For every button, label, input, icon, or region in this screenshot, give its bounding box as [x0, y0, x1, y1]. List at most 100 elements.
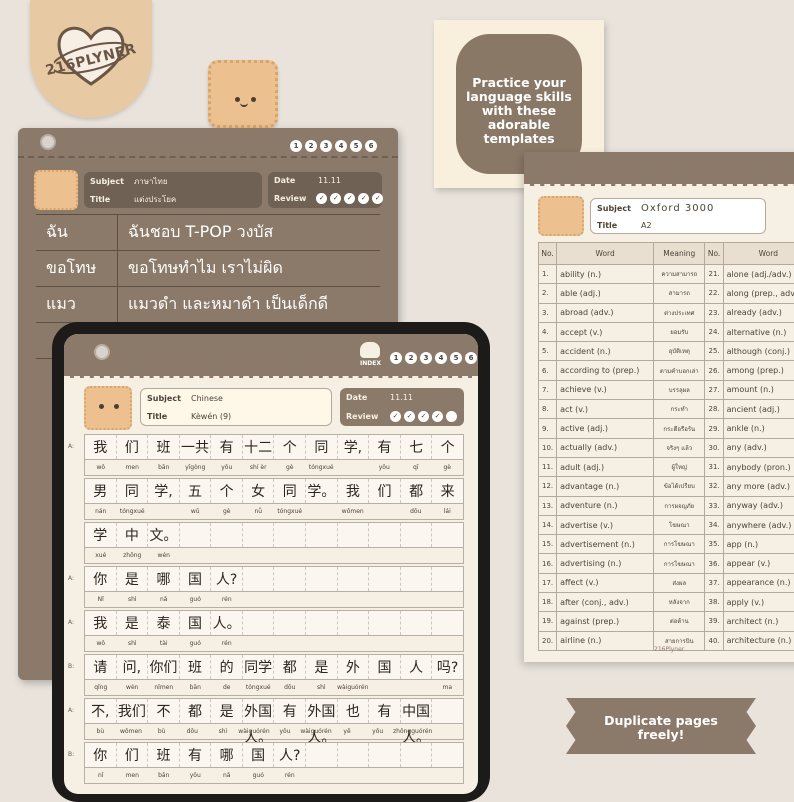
- char-cell[interactable]: [401, 523, 433, 547]
- char-cell[interactable]: 人: [401, 655, 433, 679]
- char-cell[interactable]: 一共: [180, 435, 212, 459]
- char-cell[interactable]: 来: [432, 479, 463, 503]
- index-tab-6[interactable]: 6: [365, 140, 377, 152]
- char-cell[interactable]: 个: [432, 435, 463, 459]
- char-cell[interactable]: [274, 523, 306, 547]
- char-cell[interactable]: 外国人。: [306, 699, 338, 723]
- char-cell[interactable]: 有: [369, 435, 401, 459]
- char-cell[interactable]: 七: [401, 435, 433, 459]
- index-tab-5[interactable]: 5: [350, 140, 362, 152]
- index-tab-3[interactable]: 3: [320, 140, 332, 152]
- index-tab-6[interactable]: 6: [465, 352, 477, 364]
- char-cell[interactable]: 是: [117, 567, 149, 591]
- date-value[interactable]: 11.11: [390, 393, 413, 402]
- char-cell[interactable]: 男: [85, 479, 117, 503]
- char-cell[interactable]: [369, 523, 401, 547]
- char-cell[interactable]: 我: [85, 611, 117, 635]
- char-cell[interactable]: [369, 743, 401, 767]
- char-cell[interactable]: 有: [274, 699, 306, 723]
- char-cell[interactable]: [306, 567, 338, 591]
- char-cell[interactable]: 五: [180, 479, 212, 503]
- char-cell[interactable]: [306, 611, 338, 635]
- char-cell[interactable]: 外国人。: [243, 699, 275, 723]
- char-cell[interactable]: [211, 523, 243, 547]
- char-cell[interactable]: 学。: [306, 479, 338, 503]
- char-cell[interactable]: 人?: [274, 743, 306, 767]
- char-cell[interactable]: [338, 523, 370, 547]
- index-tab-5[interactable]: 5: [450, 352, 462, 364]
- index-tabs[interactable]: 1 2 3 4 5 6: [390, 352, 477, 364]
- char-cell[interactable]: 国: [369, 655, 401, 679]
- char-cell[interactable]: [369, 611, 401, 635]
- char-cell[interactable]: [243, 611, 275, 635]
- char-cell[interactable]: 都: [180, 699, 212, 723]
- char-cell[interactable]: 学: [85, 523, 117, 547]
- char-cell[interactable]: [432, 567, 463, 591]
- writing-row[interactable]: 我们班一共有十二个同学,有七个wǒmenbānyīgòngyǒushí èrgè…: [84, 434, 464, 476]
- char-cell[interactable]: 问,: [117, 655, 149, 679]
- title-value[interactable]: A2: [641, 221, 652, 230]
- char-cell[interactable]: 中国人。: [401, 699, 433, 723]
- review-checks[interactable]: ✓✓✓✓✓: [316, 193, 383, 204]
- subject-value[interactable]: Oxford 3000: [641, 203, 714, 214]
- char-cell[interactable]: 你: [85, 743, 117, 767]
- index-tab-1[interactable]: 1: [390, 352, 402, 364]
- writing-row[interactable]: 请问,你们班的同学都是外国人吗?qǐngwènnǐmenbāndetóngxué…: [84, 654, 464, 696]
- char-cell[interactable]: [432, 699, 463, 723]
- char-cell[interactable]: [274, 611, 306, 635]
- writing-row[interactable]: 男同学,五个女同学。我们都来nántóngxuéwǔgènǚtóngxuéwǒm…: [84, 478, 464, 520]
- char-cell[interactable]: 我们: [117, 699, 149, 723]
- char-cell[interactable]: 我: [85, 435, 117, 459]
- char-cell[interactable]: 国: [243, 743, 275, 767]
- biscuit-tab[interactable]: [208, 60, 278, 128]
- title-value[interactable]: Kèwén (9): [191, 412, 231, 421]
- char-cell[interactable]: 我: [338, 479, 370, 503]
- char-cell[interactable]: 外: [338, 655, 370, 679]
- char-cell[interactable]: 同: [274, 479, 306, 503]
- char-cell[interactable]: 们: [117, 435, 149, 459]
- writing-row[interactable]: 不,我们不都是外国人。有外国人。也有中国人。bùwǒmenbùdōushìwài…: [84, 698, 464, 740]
- index-tab-2[interactable]: 2: [405, 352, 417, 364]
- char-cell[interactable]: 班: [180, 655, 212, 679]
- index-tab-3[interactable]: 3: [420, 352, 432, 364]
- writing-row[interactable]: 学中文。xuézhōngwén: [84, 522, 464, 564]
- char-cell[interactable]: [432, 611, 463, 635]
- char-cell[interactable]: [432, 743, 463, 767]
- writing-row[interactable]: 我是泰国人。wǒshìtàiguórén: [84, 610, 464, 652]
- char-cell[interactable]: 个: [274, 435, 306, 459]
- char-cell[interactable]: 们: [369, 479, 401, 503]
- char-cell[interactable]: 请: [85, 655, 117, 679]
- date-value[interactable]: 11.11: [318, 176, 341, 185]
- char-cell[interactable]: [401, 743, 433, 767]
- char-cell[interactable]: 不,: [85, 699, 117, 723]
- char-cell[interactable]: [243, 523, 275, 547]
- char-cell[interactable]: 是: [306, 655, 338, 679]
- char-cell[interactable]: 你们: [148, 655, 180, 679]
- writing-row[interactable]: 你是哪国人?Nǐshìnǎguórén: [84, 566, 464, 608]
- char-cell[interactable]: 女: [243, 479, 275, 503]
- char-cell[interactable]: [306, 743, 338, 767]
- char-cell[interactable]: 文。: [148, 523, 180, 547]
- index-tab-4[interactable]: 4: [335, 140, 347, 152]
- char-cell[interactable]: 哪: [148, 567, 180, 591]
- char-cell[interactable]: 是: [117, 611, 149, 635]
- char-cell[interactable]: [180, 523, 212, 547]
- char-cell[interactable]: 个: [211, 479, 243, 503]
- char-cell[interactable]: 国: [180, 611, 212, 635]
- char-cell[interactable]: 同: [117, 479, 149, 503]
- char-cell[interactable]: 有: [180, 743, 212, 767]
- char-cell[interactable]: 哪: [211, 743, 243, 767]
- char-cell[interactable]: 同: [306, 435, 338, 459]
- char-cell[interactable]: 班: [148, 743, 180, 767]
- char-cell[interactable]: 同学: [243, 655, 275, 679]
- char-cell[interactable]: [401, 611, 433, 635]
- char-cell[interactable]: 也: [338, 699, 370, 723]
- char-cell[interactable]: 都: [274, 655, 306, 679]
- char-cell[interactable]: 不: [148, 699, 180, 723]
- char-cell[interactable]: [401, 567, 433, 591]
- char-cell[interactable]: [432, 523, 463, 547]
- char-cell[interactable]: [369, 567, 401, 591]
- char-cell[interactable]: 中: [117, 523, 149, 547]
- index-tab-2[interactable]: 2: [305, 140, 317, 152]
- index-tab-4[interactable]: 4: [435, 352, 447, 364]
